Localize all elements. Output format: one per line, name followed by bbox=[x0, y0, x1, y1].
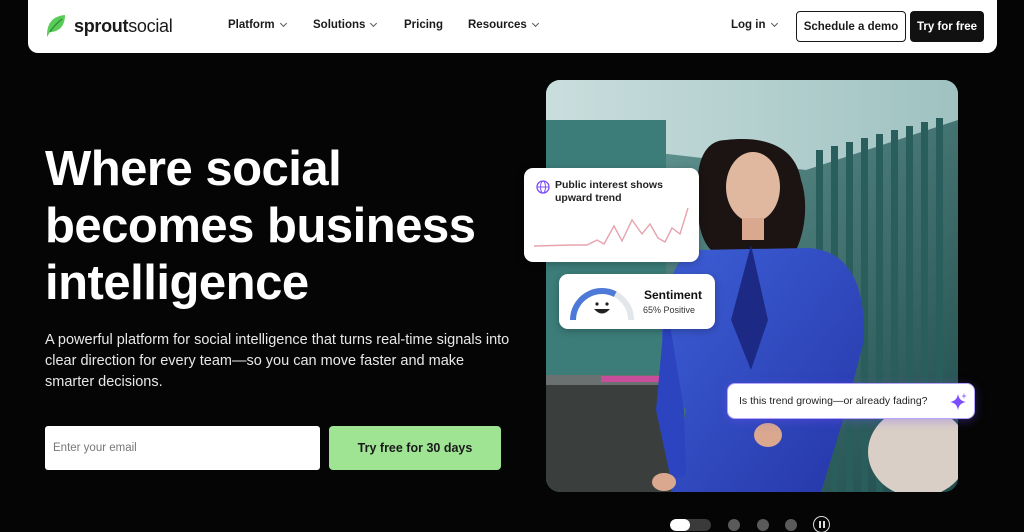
chevron-down-icon bbox=[370, 19, 378, 28]
chevron-down-icon bbox=[770, 19, 778, 28]
nav-item-resources[interactable]: Resources bbox=[468, 19, 539, 31]
nav-item-solutions[interactable]: Solutions bbox=[313, 19, 378, 31]
login-link[interactable]: Log in bbox=[731, 19, 778, 31]
hero-subtext: A powerful platform for social intellige… bbox=[45, 332, 510, 390]
hero-headline: Where social becomes business intelligen… bbox=[45, 142, 476, 310]
logo-wordmark: sproutsocial bbox=[74, 15, 173, 36]
sentiment-label: Sentiment bbox=[644, 288, 703, 302]
sentiment-card: Sentiment 65% Positive bbox=[559, 274, 715, 329]
nav-item-label: Resources bbox=[468, 19, 527, 31]
sentiment-gauge bbox=[570, 288, 634, 321]
nav-item-label: Platform bbox=[228, 19, 275, 31]
pause-button[interactable] bbox=[813, 516, 830, 532]
carousel-dot[interactable] bbox=[728, 519, 740, 531]
carousel-dot[interactable] bbox=[785, 519, 797, 531]
try-for-free-button[interactable]: Try for free bbox=[910, 11, 984, 42]
nav-item-pricing[interactable]: Pricing bbox=[404, 19, 443, 31]
pause-icon bbox=[818, 521, 821, 528]
sprout-social-logo[interactable]: sproutsocial bbox=[44, 13, 173, 39]
ai-question-text: Is this trend growing—or already fading? bbox=[739, 395, 928, 407]
email-input[interactable] bbox=[45, 426, 320, 470]
schedule-demo-button[interactable]: Schedule a demo bbox=[796, 11, 906, 42]
nav-item-label: Pricing bbox=[404, 19, 443, 31]
sentiment-value: 65% Positive bbox=[643, 305, 696, 315]
sprout-logo-icon bbox=[47, 15, 65, 37]
ai-question-card[interactable]: Is this trend growing—or already fading? bbox=[727, 383, 975, 419]
trend-card: Public interest shows upward trend bbox=[524, 168, 699, 262]
login-label: Log in bbox=[731, 19, 766, 31]
chevron-down-icon bbox=[279, 19, 287, 28]
nav-item-label: Solutions bbox=[313, 19, 366, 31]
trend-card-title: Public interest shows upward trend bbox=[555, 179, 663, 204]
try-free-30-days-button[interactable]: Try free for 30 days bbox=[329, 426, 501, 470]
carousel-dot[interactable] bbox=[757, 519, 769, 531]
carousel-dot-active[interactable] bbox=[670, 519, 711, 531]
globe-icon bbox=[536, 180, 550, 194]
trend-sparkline bbox=[533, 207, 689, 247]
smiley-icon bbox=[594, 302, 610, 314]
sparkle-icon bbox=[950, 393, 967, 410]
top-nav: sproutsocial Platform Solutions Pricing … bbox=[28, 0, 997, 53]
chevron-down-icon bbox=[531, 19, 539, 28]
nav-item-platform[interactable]: Platform bbox=[228, 19, 287, 31]
